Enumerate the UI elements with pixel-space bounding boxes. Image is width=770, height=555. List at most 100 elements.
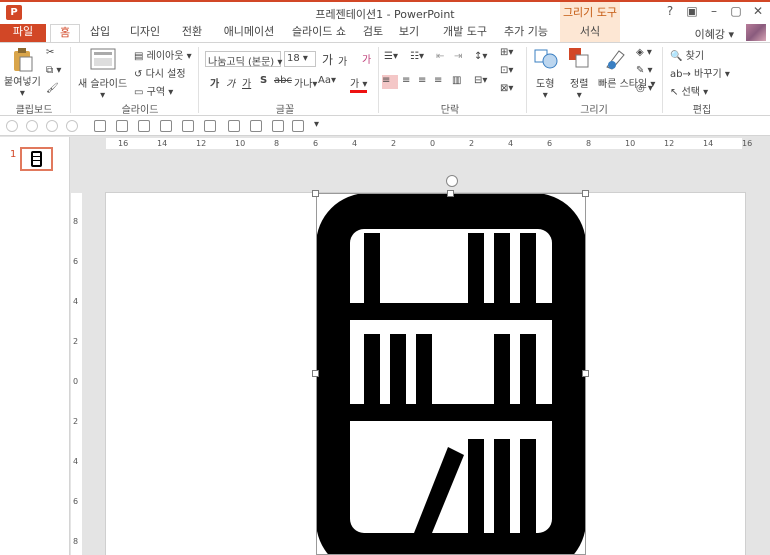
rotate-icon[interactable]: [292, 120, 304, 132]
italic-button[interactable]: 가: [226, 75, 235, 90]
align-middle-objects-icon[interactable]: [182, 120, 194, 132]
resize-handle-right[interactable]: [582, 370, 589, 377]
align-text-icon[interactable]: ⊞▾: [500, 47, 513, 58]
tab-review[interactable]: 검토: [356, 24, 390, 42]
shape-combine-icon[interactable]: [26, 120, 38, 132]
group-objects-icon[interactable]: [272, 120, 284, 132]
shape-fragment-icon[interactable]: [46, 120, 58, 132]
shape-union-icon[interactable]: [6, 120, 18, 132]
line-spacing-icon[interactable]: ↕▾: [474, 51, 487, 62]
columns-icon[interactable]: ▥: [452, 75, 461, 86]
tab-file[interactable]: 파일: [0, 24, 46, 42]
clear-format-button[interactable]: 가: [362, 51, 371, 66]
font-name-select[interactable]: 나눔고딕 (본문) ▾: [205, 51, 282, 68]
ruler-tick-label: 6: [313, 139, 319, 148]
ribbon-display-icon[interactable]: ▣: [682, 4, 702, 18]
justify-icon[interactable]: ≡: [434, 75, 442, 86]
copy-icon[interactable]: ⧉ ▾: [46, 65, 61, 76]
ruler-tick-label: 2: [391, 139, 397, 148]
quick-access-toolbar: ▾: [0, 116, 770, 136]
bold-button[interactable]: 가: [210, 75, 219, 90]
increase-indent-icon[interactable]: ⇥: [454, 51, 462, 62]
tab-home[interactable]: 홈: [50, 24, 80, 43]
tab-slideshow[interactable]: 슬라이드 쇼: [286, 24, 352, 42]
strikethrough-button[interactable]: abc: [274, 75, 292, 86]
tab-addins[interactable]: 추가 기능: [496, 24, 556, 42]
maximize-icon[interactable]: ▢: [726, 4, 746, 18]
numbering-icon[interactable]: ☷▾: [410, 51, 424, 62]
find-button[interactable]: 🔍 찾기: [670, 47, 704, 62]
editing-group-label: 편집: [692, 105, 712, 116]
paste-button[interactable]: 붙여넣기 ▾: [4, 73, 41, 99]
align-center-icon[interactable]: ≡: [402, 75, 410, 86]
shape-intersect-icon[interactable]: [66, 120, 78, 132]
tab-design[interactable]: 디자인: [120, 24, 170, 42]
ribbon: 붙여넣기 ▾ ✂ ⧉ ▾ 🖌 클립보드 새 슬라이드 ▾ ▤ 레이아웃 ▾ ↺ 다시…: [0, 42, 770, 116]
help-icon[interactable]: ?: [660, 4, 680, 18]
group-separator: [198, 47, 199, 113]
layout-button[interactable]: ▤ 레이아웃 ▾: [134, 47, 192, 62]
resize-handle-top[interactable]: [447, 190, 454, 197]
new-slide-button[interactable]: 새 슬라이드 ▾: [78, 75, 127, 101]
ruler-tick-label: 0: [430, 139, 436, 148]
slide-thumbnail[interactable]: [20, 147, 53, 171]
shapes-button[interactable]: 도형 ▾: [536, 75, 554, 101]
avatar[interactable]: [746, 24, 766, 41]
replace-button[interactable]: ab→ 바꾸기 ▾: [670, 65, 730, 80]
font-color-button[interactable]: 가 ▾: [350, 75, 368, 93]
underline-button[interactable]: 가: [242, 75, 251, 90]
tab-transitions[interactable]: 전환: [172, 24, 212, 42]
smartart-align-icon[interactable]: ⊡▾: [500, 65, 513, 76]
close-icon[interactable]: ✕: [748, 4, 768, 18]
customize-toolbar-icon[interactable]: ▾: [314, 119, 319, 130]
ruler-tick-label: 16: [118, 139, 129, 148]
group-separator: [378, 47, 379, 113]
align-left-objects-icon[interactable]: [94, 120, 106, 132]
align-bottom-objects-icon[interactable]: [204, 120, 216, 132]
bullets-icon[interactable]: ☰▾: [384, 51, 398, 62]
resize-handle-top-right[interactable]: [582, 190, 589, 197]
shape-fill-icon[interactable]: ◈ ▾: [636, 47, 652, 58]
shape-effects-icon[interactable]: ◎ ▾: [636, 83, 653, 94]
shape-outline-icon[interactable]: ✎ ▾: [636, 65, 653, 76]
minimize-icon[interactable]: –: [704, 4, 724, 18]
align-right-icon[interactable]: ≡: [418, 75, 426, 86]
user-name[interactable]: 이혜강 ▾: [695, 26, 734, 42]
char-spacing-button[interactable]: 가나▾: [294, 75, 317, 90]
quick-styles-icon: [604, 47, 628, 74]
decrease-indent-icon[interactable]: ⇤: [436, 51, 444, 62]
ruler-tick-label: 2: [469, 139, 475, 148]
change-case-button[interactable]: Aa▾: [318, 75, 336, 86]
tab-format[interactable]: 서식: [560, 24, 620, 42]
align-center-objects-icon[interactable]: [116, 120, 128, 132]
font-size-select[interactable]: 18 ▾: [284, 51, 316, 67]
align-top-objects-icon[interactable]: [160, 120, 172, 132]
align-right-objects-icon[interactable]: [138, 120, 150, 132]
grow-font-button[interactable]: 가: [322, 51, 333, 68]
convert-smartart-icon[interactable]: ⊠▾: [500, 83, 513, 94]
format-painter-icon[interactable]: 🖌: [46, 83, 59, 94]
cut-icon[interactable]: ✂: [46, 47, 54, 58]
distribute-horizontal-icon[interactable]: [228, 120, 240, 132]
rotation-handle[interactable]: [446, 175, 458, 187]
resize-handle-top-left[interactable]: [312, 190, 319, 197]
arrange-button[interactable]: 정렬 ▾: [570, 75, 588, 101]
ruler-tick-label: 6: [73, 257, 79, 266]
ruler-tick-label: 8: [274, 139, 280, 148]
ruler-tick-label: 8: [73, 217, 79, 226]
align-left-icon[interactable]: ≡: [382, 75, 398, 89]
tab-developer[interactable]: 개발 도구: [436, 24, 494, 42]
shadow-button[interactable]: S: [260, 75, 267, 86]
resize-handle-left[interactable]: [312, 370, 319, 377]
ruler-tick-label: 14: [157, 139, 168, 148]
select-button[interactable]: ↖ 선택 ▾: [670, 83, 708, 98]
tab-insert[interactable]: 삽입: [84, 24, 116, 42]
tab-animations[interactable]: 애니메이션: [216, 24, 282, 42]
text-direction-icon[interactable]: ⊟▾: [474, 75, 487, 86]
vertical-ruler: 8 6 4 2 0 2 4 6 8: [70, 151, 84, 555]
section-button[interactable]: ▭ 구역 ▾: [134, 83, 173, 98]
distribute-vertical-icon[interactable]: [250, 120, 262, 132]
tab-view[interactable]: 보기: [392, 24, 426, 42]
reset-button[interactable]: ↺ 다시 설정: [134, 65, 186, 80]
shrink-font-button[interactable]: 가: [338, 53, 347, 68]
